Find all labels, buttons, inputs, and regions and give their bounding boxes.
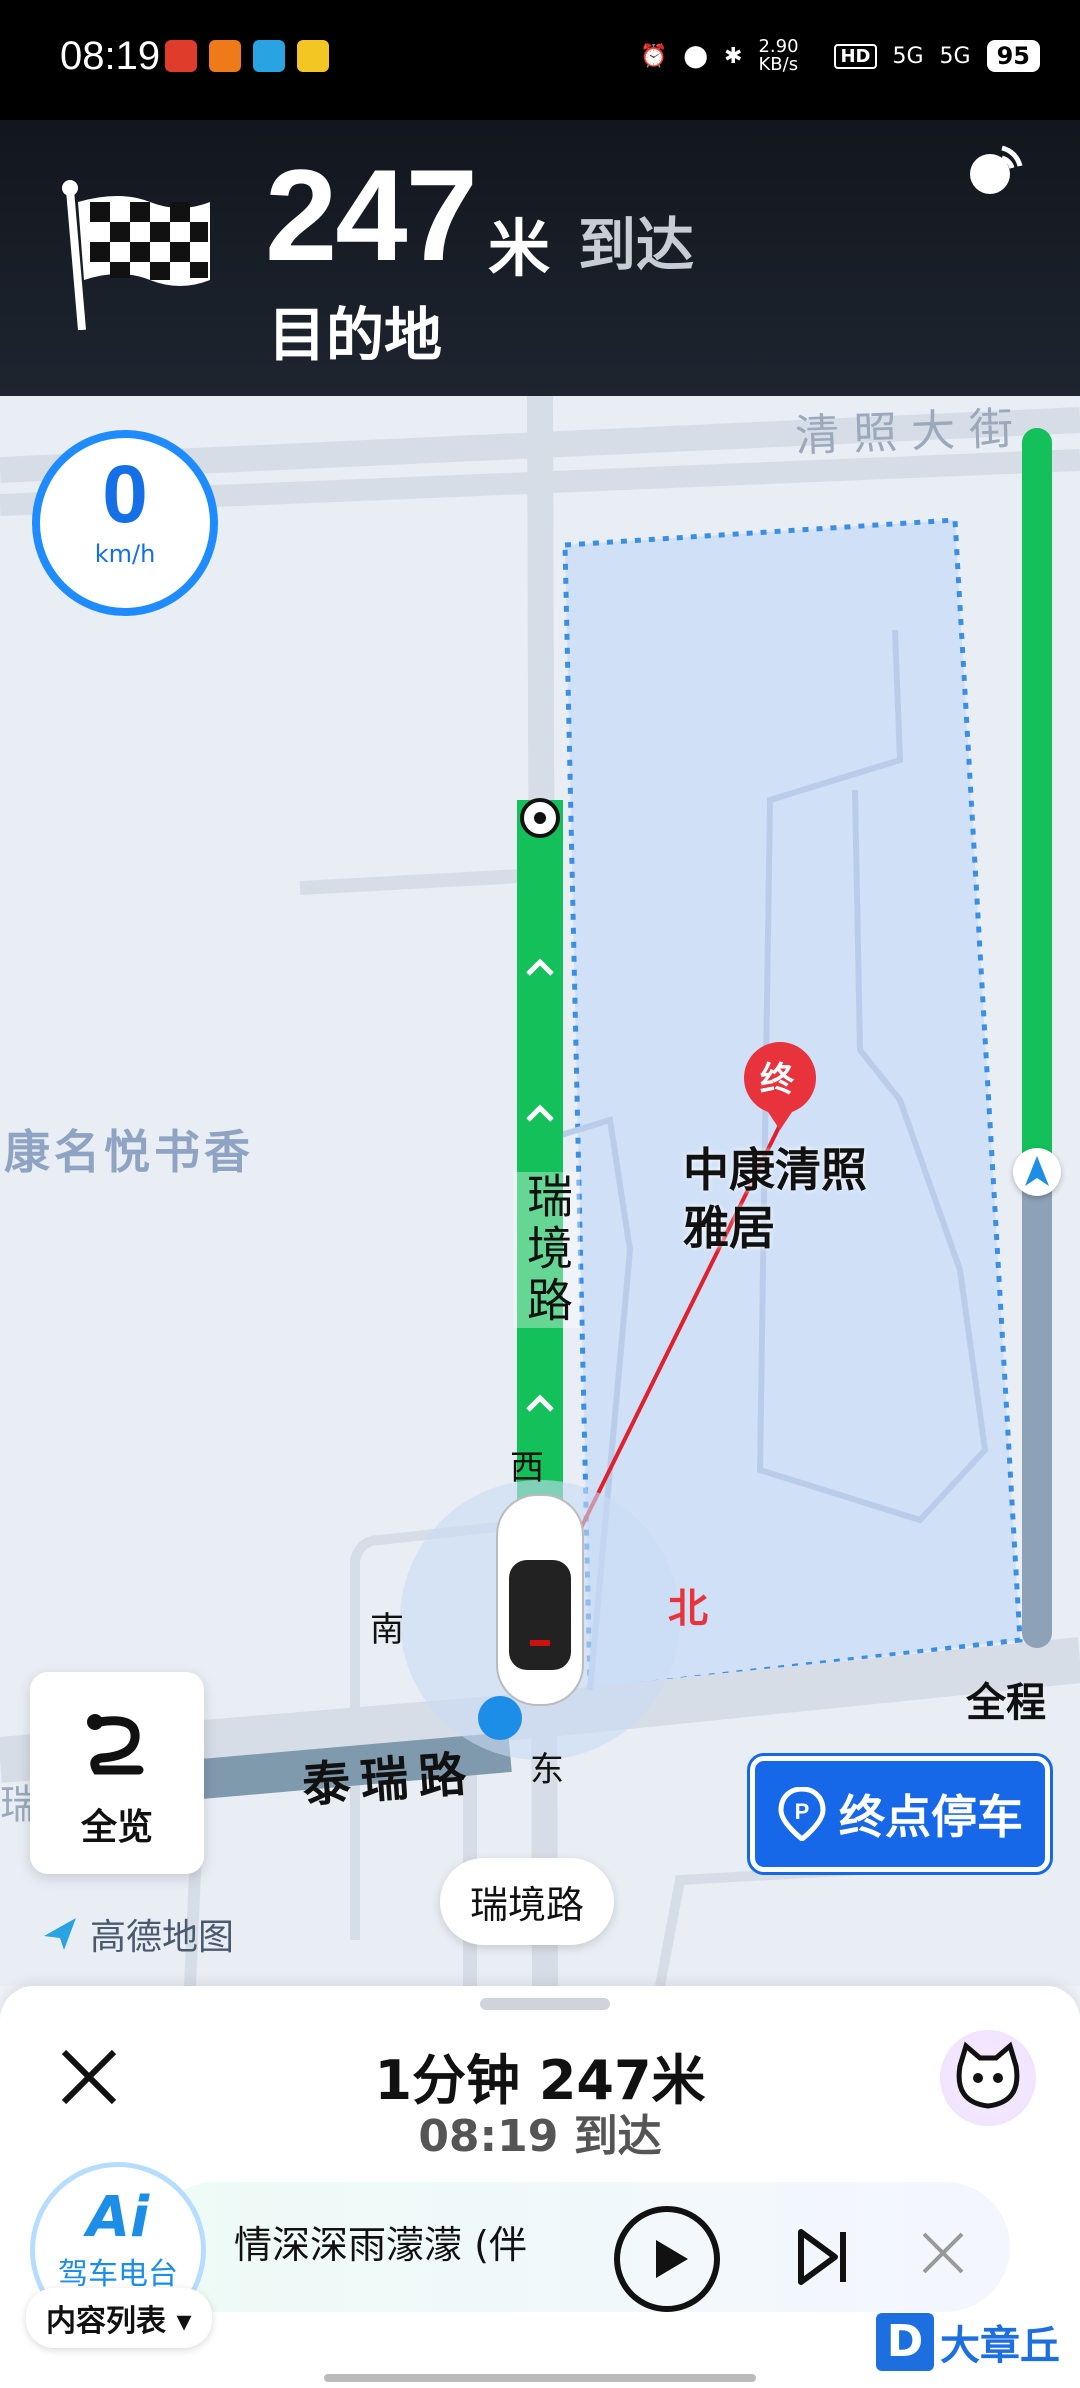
navigation-header: 247 米 到达 目的地 [0,120,1080,396]
watermark: D 大章丘 [876,2296,1080,2388]
location-icon: ⬤ [683,43,709,69]
speed-unit: km/h [94,540,156,568]
clock: 08:19 [60,34,161,78]
bottom-sheet: 1分钟 247米 08:19 到达 Ai 驾车电台 内容列表 ▾ 情深深雨濛濛 … [0,1986,1080,2388]
distance-unit: 米 [488,212,551,285]
svg-text:P: P [795,1799,810,1824]
ai-radio-title: Ai [86,2185,150,2250]
destination-label: 目的地 [268,301,443,369]
status-right: ⏰ ⬤ ✱ 2.90 KB/s HD 5G 5G 95 [640,38,1040,74]
compass-south: 南 [370,1610,404,1650]
arrive-label: 到达 [578,211,695,279]
app-icon-yellow [297,40,329,72]
app-icon-red [165,40,197,72]
voice-broadcast-icon[interactable] [962,138,1026,202]
current-road-chip: 瑞境路 [440,1858,615,1945]
remaining-distance: 247 [265,142,478,288]
end-pin-label: 终 [760,1060,794,1100]
alarm-icon: ⏰ [640,43,668,69]
poi-name-line1: 中康清照 [683,1143,867,1197]
parking-label: 终点停车 [839,1790,1023,1844]
poi-label-kangming: 康名悦书香 [4,1125,254,1179]
route-progress-remaining [1022,428,1052,1185]
street-label-ruijing: 瑞境路 [514,1172,580,1328]
net-speed: 2.90 KB/s [758,36,799,75]
content-list-label: 内容列表 [46,2304,166,2339]
poi-name-line2: 雅居 [683,1201,775,1255]
sheet-drag-handle[interactable] [480,1998,610,2010]
battery-indicator: 95 [986,40,1040,72]
hd-icon: HD [834,43,877,69]
notification-icons [165,40,329,72]
signal-5g-1: 5G [892,43,924,69]
app-icon-telegram [253,40,285,72]
play-button-icon[interactable] [612,2204,722,2314]
eta-arrival-time: 08:19 到达 [418,2111,662,2162]
app-icon-orange [209,40,241,72]
watermark-text: 大章丘 [940,2323,1060,2369]
now-playing-title: 情深深雨濛濛 (伴 [234,2223,527,2267]
caret-down-icon: ▾ [176,2304,192,2339]
parking-pin-icon: P [778,1787,826,1841]
signal-5g-2: 5G [939,43,971,69]
street-label-qingzhao: 清照大街 [794,402,1028,463]
bluetooth-icon: ✱ [724,43,743,69]
ai-radio-subtitle: 驾车电台 [58,2257,178,2292]
next-track-icon[interactable] [795,2226,851,2288]
assistant-mascot-icon[interactable] [940,2030,1036,2126]
finish-flag-icon [62,180,210,330]
amap-logo-icon [44,1918,76,1950]
route-progress-bar [1022,428,1052,1648]
watermark-logo: D [876,2313,934,2371]
route-overview-icon [87,1714,144,1775]
compass-east: 东 [530,1750,564,1790]
overview-label: 全览 [80,1807,153,1848]
compass-north: 北 [668,1586,708,1632]
amap-logo: 高德地图 [40,1908,234,1960]
status-bar: 08:19 ⏰ ⬤ ✱ 2.90 KB/s HD 5G 5G 95 [0,0,1080,120]
street-label-tairui: 泰瑞路 [300,1745,479,1814]
content-list-button[interactable]: 内容列表 ▾ [26,2288,212,2348]
speedometer: 0 km/h [32,430,218,616]
home-indicator[interactable] [324,2374,756,2382]
overview-button[interactable]: 全览 [30,1672,204,1874]
amap-logo-text: 高德地图 [90,1917,235,1958]
destination-parking-button[interactable]: P 终点停车 [750,1756,1050,1872]
close-radio-icon[interactable] [920,2230,966,2276]
speed-value: 0 [102,449,148,540]
compass-west: 西 [510,1448,544,1488]
progress-full-label: 全程 [966,1680,1046,1726]
progress-position-icon [1013,1148,1061,1196]
